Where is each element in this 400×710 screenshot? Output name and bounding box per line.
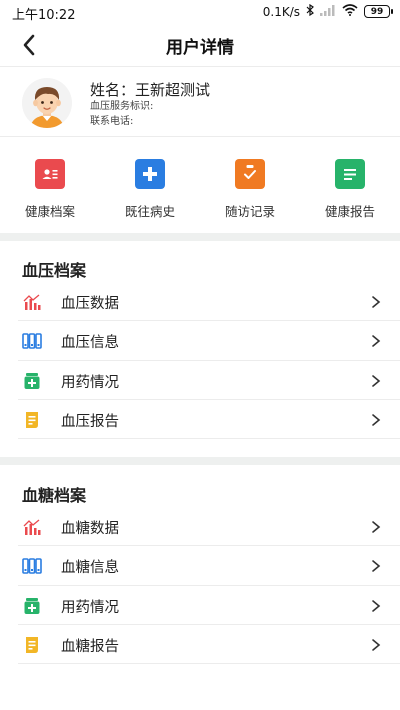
wifi-icon: [342, 4, 358, 19]
list-item-label: 血糖数据: [61, 521, 119, 537]
bar-chart-icon: [22, 518, 42, 536]
quick-menu: 健康档案 既往病史 随访记录 健康报告: [0, 148, 400, 228]
quick-item-medical-history[interactable]: 既往病史: [100, 148, 200, 228]
chevron-right-icon: [372, 335, 381, 348]
quick-item-label: 随访记录: [224, 204, 275, 219]
bg-section-title: 血糖档案: [22, 486, 87, 505]
list-item-bp-report[interactable]: 血压报告: [0, 400, 400, 440]
section-separator: [0, 233, 400, 241]
chevron-right-icon: [372, 560, 381, 573]
bg-list: 血糖数据 血糖信息 用药情况 血糖报告: [0, 507, 400, 665]
list-item-bg-report[interactable]: 血糖报告: [0, 625, 400, 665]
page-title: 用户详情: [166, 38, 234, 58]
nav-divider: [0, 66, 400, 67]
bar-chart-icon: [22, 293, 42, 311]
list-item-bg-medication[interactable]: 用药情况: [0, 586, 400, 625]
chevron-right-icon: [372, 521, 381, 533]
chevron-right-icon: [372, 374, 381, 387]
row-divider: [18, 663, 400, 665]
quick-item-followup-record[interactable]: 随访记录: [200, 148, 300, 228]
network-speed: 0.1K/s: [262, 4, 300, 19]
chevron-right-icon: [372, 599, 381, 612]
info-blocks-icon: [22, 332, 42, 350]
status-indicators: 0.1K/s 99: [262, 3, 393, 19]
status-time: 上午10:22: [12, 8, 76, 23]
list-item-bp-info[interactable]: 血压信息: [0, 321, 400, 361]
report-scroll-icon: [22, 411, 42, 429]
quick-item-label: 健康档案: [24, 204, 75, 219]
bp-service-id-label: 血压服务标识:: [90, 101, 154, 112]
list-item-label: 血压报告: [61, 413, 119, 430]
list-item-bp-data[interactable]: 血压数据: [0, 282, 400, 322]
health-report-icon: [335, 159, 365, 189]
info-blocks-icon: [22, 557, 42, 575]
list-item-label: 血糖信息: [61, 560, 119, 577]
avatar: [22, 78, 72, 128]
quick-item-health-report[interactable]: 健康报告: [300, 148, 400, 228]
followup-record-icon: [235, 159, 265, 189]
phone-label: 联系电话:: [90, 116, 134, 127]
health-file-icon: [35, 159, 65, 189]
medicine-icon: [22, 372, 42, 390]
list-item-label: 血压信息: [61, 335, 119, 352]
list-item-label: 用药情况: [61, 599, 119, 616]
quick-item-label: 既往病史: [124, 204, 175, 219]
list-item-label: 用药情况: [61, 374, 119, 391]
report-scroll-icon: [22, 636, 42, 654]
quick-item-health-file[interactable]: 健康档案: [0, 148, 100, 228]
nav-bar: 用户详情: [0, 24, 400, 64]
user-profile-card: 姓名：王新超测试 血压服务标识: 联系电话:: [0, 72, 400, 134]
chevron-right-icon: [372, 296, 381, 308]
avatar-boy-icon: [22, 78, 72, 128]
bluetooth-icon: [306, 3, 314, 19]
medicine-icon: [22, 597, 42, 615]
list-item-bg-data[interactable]: 血糖数据: [0, 507, 400, 547]
list-item-label: 血压数据: [61, 296, 119, 312]
profile-divider: [0, 136, 400, 137]
battery-icon: 99: [364, 5, 393, 18]
list-item-label: 血糖报告: [61, 638, 119, 655]
chevron-right-icon: [372, 414, 381, 426]
list-item-bp-medication[interactable]: 用药情况: [0, 361, 400, 400]
signal-icon: [320, 4, 336, 19]
status-bar: 上午10:22 0.1K/s 99: [0, 0, 400, 24]
list-item-bg-info[interactable]: 血糖信息: [0, 546, 400, 586]
bp-section-title: 血压档案: [22, 261, 87, 280]
medical-history-icon: [135, 159, 165, 189]
quick-item-label: 健康报告: [324, 204, 375, 219]
chevron-right-icon: [372, 639, 381, 651]
bp-list: 血压数据 血压信息 用药情况 血压报告: [0, 282, 400, 440]
section-separator: [0, 457, 400, 465]
row-divider: [18, 438, 400, 440]
